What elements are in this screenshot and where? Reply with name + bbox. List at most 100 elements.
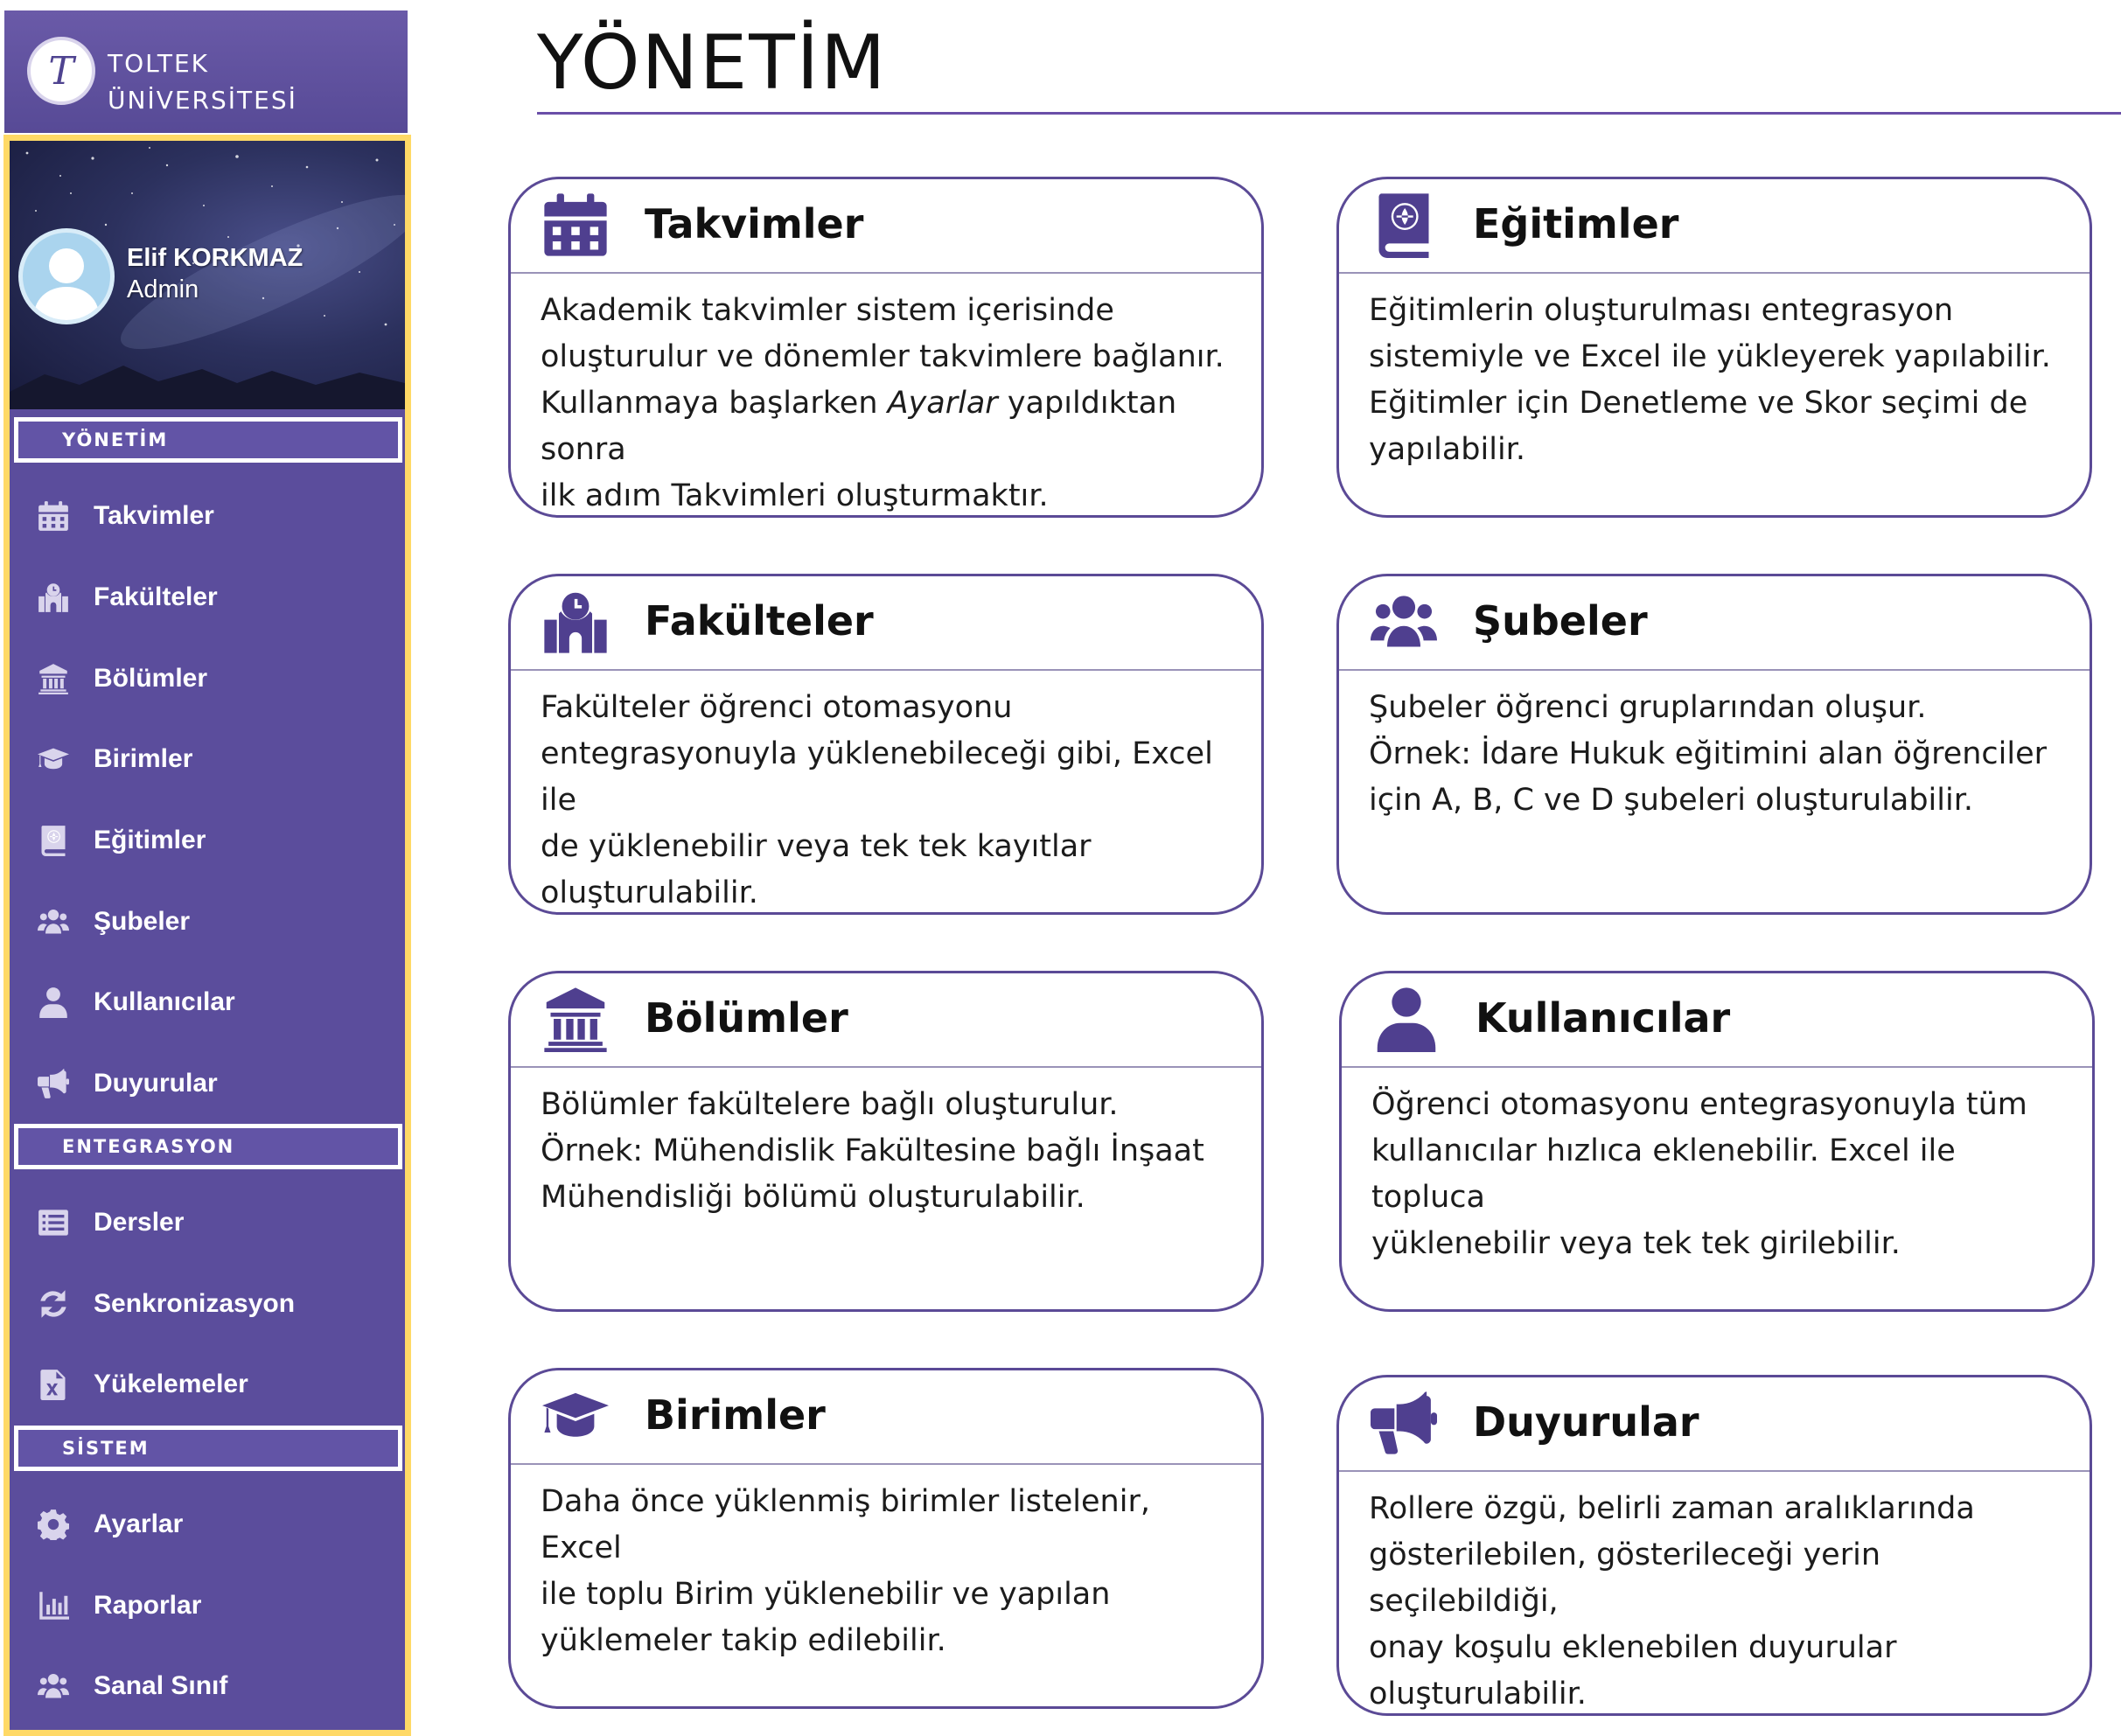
sidebar-item-label: Bölümler (94, 664, 208, 693)
card-header: Şubeler (1339, 576, 2090, 671)
excel-file-icon (36, 1367, 71, 1402)
card-line: için A, B, C ve D şubeleri oluşturulabil… (1369, 783, 1974, 818)
card-line: Eğitimlerin oluşturulması entegrasyon (1369, 293, 1954, 328)
card-line: oluşturulabilir. (541, 875, 758, 910)
calendar-icon (36, 498, 71, 533)
graduation-cap-icon (542, 1383, 609, 1449)
card-header: Duyurular (1339, 1377, 2090, 1472)
section-header-yonetim: YÖNETİM (14, 417, 402, 463)
user-role: Admin (127, 275, 199, 303)
card-description: Fakülteler öğrenci otomasyonu entegrasyo… (541, 685, 1235, 917)
sidebar-item-label: Şubeler (94, 907, 191, 936)
card-subeler: Şubeler Şubeler öğrenci gruplarından olu… (1336, 574, 2092, 915)
university-name-line2: ÜNİVERSİTESİ (108, 86, 297, 115)
card-takvimler: Takvimler Akademik takvimler sistem içer… (508, 177, 1264, 518)
university-name: TOLTEK ÜNİVERSİTESİ (108, 45, 297, 119)
sidebar-item-label: Kullanıcılar (94, 987, 235, 1016)
user-name: Elif KORKMAZ (127, 244, 303, 272)
calendar-icon (542, 192, 609, 258)
sidebar-item-sanal-sinif[interactable]: Sanal Sınıf (36, 1660, 227, 1712)
sidebar-item-raporlar[interactable]: Raporlar (36, 1579, 201, 1632)
card-title: Bölümler (645, 994, 848, 1042)
card-line: Rollere özgü, belirli zaman aralıklarınd… (1369, 1491, 1975, 1526)
school-icon (542, 589, 609, 655)
card-description: Eğitimlerin oluşturulması entegrasyon si… (1369, 288, 2063, 473)
card-line: Eğitimler için Denetleme ve Skor seçimi … (1369, 386, 2028, 421)
user-icon (36, 985, 71, 1020)
card-line: Örnek: İdare Hukuk eğitimini alan öğrenc… (1369, 736, 2048, 771)
card-line: Şubeler öğrenci gruplarından oluşur. (1369, 690, 1927, 725)
card-header: Fakülteler (511, 576, 1261, 671)
university-name-line1: TOLTEK (108, 49, 210, 78)
sidebar-item-duyurular[interactable]: Duyurular (36, 1057, 218, 1110)
card-description: Akademik takvimler sistem içerisinde olu… (541, 288, 1235, 519)
card-birimler: Birimler Daha önce yüklenmiş birimler li… (508, 1368, 1264, 1709)
card-line: gösterilebilen, gösterileceği yerin seçi… (1369, 1537, 1881, 1619)
sidebar-item-label: Dersler (94, 1208, 185, 1237)
card-line: kullanıcılar hızlıca eklenebilir. Excel … (1371, 1133, 1956, 1215)
card-title: Duyurular (1473, 1398, 1699, 1446)
sidebar-item-subeler[interactable]: Şubeler (36, 896, 190, 948)
sidebar-item-dersler[interactable]: Dersler (36, 1196, 184, 1249)
card-title: Şubeler (1473, 597, 1648, 645)
sidebar-item-birimler[interactable]: Birimler (36, 733, 192, 785)
sidebar-item-label: Takvimler (94, 501, 214, 530)
card-line: oluşturulur ve dönemler takvimlere bağla… (541, 339, 1224, 374)
university-logo: T (27, 37, 95, 105)
card-egitimler: Eğitimler Eğitimlerin oluşturulması ente… (1336, 177, 2092, 518)
card-duyurular: Duyurular Rollere özgü, belirli zaman ar… (1336, 1375, 2092, 1716)
landmark-icon (542, 986, 609, 1052)
user-icon (1373, 986, 1440, 1052)
section-header-sistem: SİSTEM (14, 1426, 402, 1471)
card-bolumler: Bölümler Bölümler fakültelere bağlı oluş… (508, 971, 1264, 1312)
card-title: Birimler (645, 1391, 826, 1439)
sidebar-item-label: Raporlar (94, 1591, 202, 1620)
sidebar-item-label: Birimler (94, 744, 193, 773)
sidebar-item-takvimler[interactable]: Takvimler (36, 490, 214, 542)
sidebar-item-label: Fakülteler (94, 582, 218, 611)
card-line: Öğrenci otomasyonu entegrasyonuyla tüm (1371, 1087, 2027, 1122)
card-title: Fakülteler (645, 597, 874, 645)
bar-chart-icon (36, 1588, 71, 1623)
sidebar-item-label: Senkronizasyon (94, 1289, 296, 1318)
sidebar-item-fakulteler[interactable]: Fakülteler (36, 571, 218, 624)
card-header: Kullanıcılar (1342, 973, 2092, 1068)
user-avatar[interactable] (18, 228, 115, 324)
user-profile-panel: Elif KORKMAZ Admin (10, 141, 405, 409)
settings-term: Ayarlar (887, 386, 998, 421)
sidebar-item-bolumler[interactable]: Bölümler (36, 652, 207, 705)
card-header: Bölümler (511, 973, 1261, 1068)
bullhorn-icon (36, 1066, 71, 1101)
card-line: yüklemeler takip edilebilir. (541, 1623, 946, 1658)
sidebar-item-egitimler[interactable]: Eğitimler (36, 814, 206, 867)
sidebar-item-ayarlar[interactable]: Ayarlar (36, 1498, 183, 1551)
sidebar-item-label: Ayarlar (94, 1509, 184, 1538)
sidebar: Elif KORKMAZ Admin YÖNETİM Takvimler Fak… (3, 135, 411, 1736)
sidebar-item-label: Eğitimler (94, 826, 206, 854)
atlas-icon (1371, 192, 1437, 258)
card-fakulteler: Fakülteler Fakülteler öğrenci otomasyonu… (508, 574, 1264, 915)
card-line: Bölümler fakültelere bağlı oluşturulur. (541, 1087, 1119, 1122)
section-header-entegrasyon: ENTEGRASYON (14, 1124, 402, 1169)
card-description: Öğrenci otomasyonu entegrasyonuyla tüm k… (1371, 1082, 2066, 1267)
card-line: oluşturulabilir. (1369, 1677, 1587, 1712)
card-title: Kullanıcılar (1476, 994, 1731, 1042)
card-line: ile toplu Birim yüklenebilir ve yapılan (541, 1577, 1111, 1612)
card-line: Örnek: Mühendislik Fakültesine bağlı İnş… (541, 1133, 1204, 1168)
users-icon (36, 1669, 71, 1704)
sidebar-item-senkronizasyon[interactable]: Senkronizasyon (36, 1278, 295, 1330)
sidebar-item-yukelemeler[interactable]: Yükelemeler (36, 1358, 248, 1411)
card-title: Takvimler (645, 200, 864, 248)
page-title: YÖNETİM (537, 19, 888, 107)
card-header: Birimler (511, 1370, 1261, 1465)
atlas-icon (36, 823, 71, 858)
sidebar-item-label: Sanal Sınıf (94, 1671, 228, 1700)
graduation-cap-icon (36, 742, 71, 777)
school-icon (36, 580, 71, 615)
card-line: Fakülteler öğrenci otomasyonu (541, 690, 1013, 725)
card-line: Kullanmaya başlarken Ayarlar yapıldıktan… (541, 380, 1235, 473)
sidebar-item-kullanicilar[interactable]: Kullanıcılar (36, 976, 235, 1028)
card-kullanicilar: Kullanıcılar Öğrenci otomasyonu entegras… (1339, 971, 2095, 1312)
card-line-text: Kullanmaya başlarken (541, 386, 878, 421)
brand-header[interactable]: T TOLTEK ÜNİVERSİTESİ (4, 10, 408, 133)
